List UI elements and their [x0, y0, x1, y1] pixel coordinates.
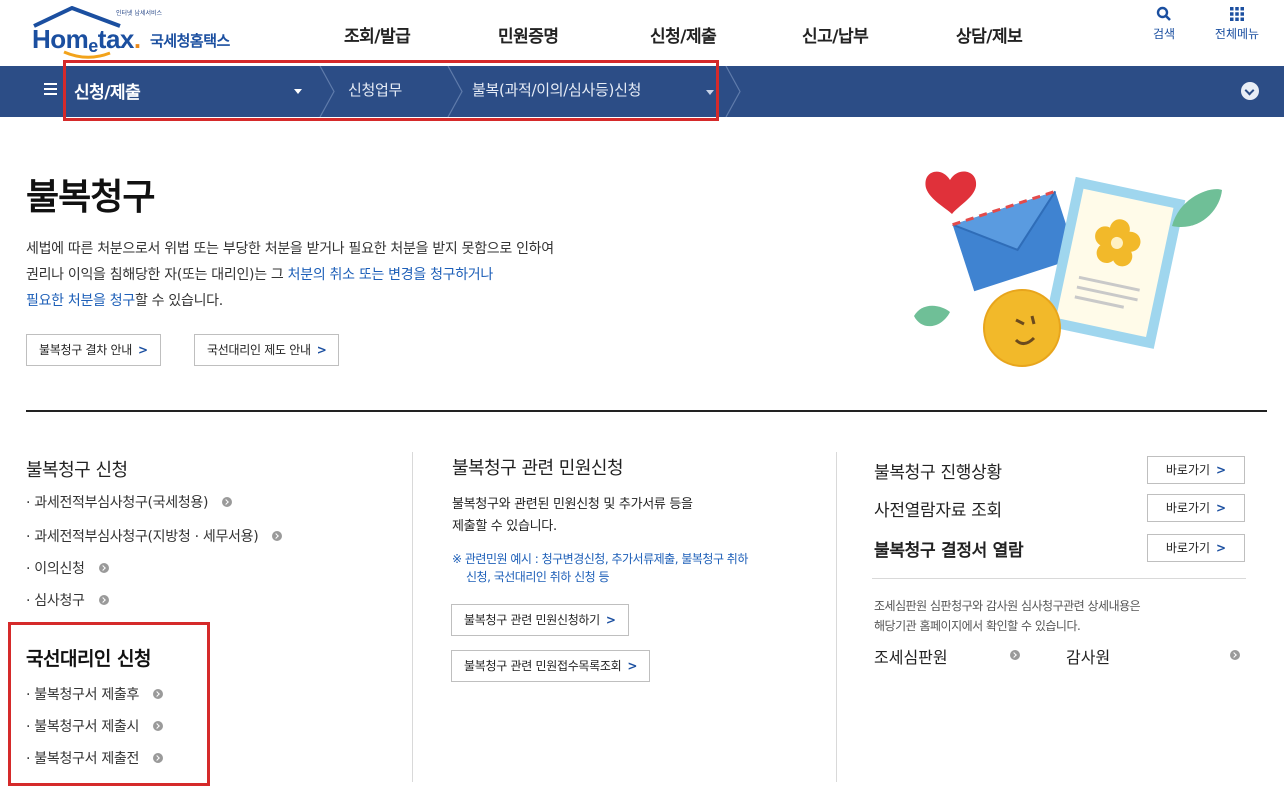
list-item-objection[interactable]: · 이의신청: [26, 558, 109, 578]
all-menu-button[interactable]: 전체메뉴: [1207, 6, 1267, 42]
public-representative-guide-button[interactable]: 국선대리인 제도 안내 >: [194, 334, 340, 366]
pre-inspection-label: 사전열람자료 조회: [874, 501, 1002, 521]
go-arrow-icon: [1230, 650, 1240, 660]
nav-report-payment[interactable]: 신고/납부: [802, 22, 869, 47]
go-arrow-icon: [222, 497, 233, 507]
nav-civil-certificate[interactable]: 민원증명: [498, 22, 559, 47]
related-civil-list-button[interactable]: 불복청구 관련 민원접수목록조회 >: [451, 650, 651, 682]
nav-application-submission[interactable]: 신청/제출: [650, 22, 717, 47]
go-arrow-icon: [98, 595, 109, 605]
appeal-progress-goto-button[interactable]: 바로가기 >: [1147, 456, 1245, 484]
highlight-box-representative: [8, 622, 210, 786]
search-label: 검색: [1152, 27, 1176, 41]
breadcrumb-separator-icon: [725, 66, 741, 117]
list-item-review-request[interactable]: · 심사청구: [26, 590, 109, 610]
list-item-pre-assessment-review-regional[interactable]: · 과세전적부심사청구(지방청 · 세무서용): [26, 526, 283, 546]
pre-inspection-goto-button[interactable]: 바로가기 >: [1147, 494, 1245, 522]
related-civil-application-title: 불복청구 관련 민원신청: [452, 458, 624, 479]
related-civil-apply-button[interactable]: 불복청구 관련 민원신청하기 >: [451, 604, 629, 636]
appeal-progress-label: 불복청구 진행상황: [874, 463, 1002, 483]
logo-korean-name: 국세청홈택스: [150, 32, 230, 50]
section-divider: [26, 410, 1267, 412]
all-menu-label: 전체메뉴: [1214, 27, 1260, 41]
nav-consult-report[interactable]: 상담/제보: [956, 22, 1023, 47]
letter-document-illustration: [914, 171, 1222, 367]
page-title: 불복청구: [26, 177, 155, 218]
search-icon: [1156, 6, 1171, 21]
highlight-box-breadcrumb: [63, 60, 719, 121]
related-civil-example-note: ※ 관련민원 예시 : 청구변경신청, 추가서류제출, 불복청구 취하 신청, …: [452, 552, 748, 584]
logo-tagline: 인터넷 납세서비스: [116, 10, 163, 17]
nav-inquiry-issuance[interactable]: 조회/발급: [344, 22, 411, 47]
search-button[interactable]: 검색: [1134, 6, 1194, 42]
hamburger-menu-icon[interactable]: [44, 82, 58, 96]
top-header: 인터넷 납세서비스 Hometax. 국세청홈택스 조회/발급 민원증명 신청/…: [0, 0, 1284, 66]
appeal-procedure-guide-button[interactable]: 불복청구 결차 안내 >: [26, 334, 161, 366]
column-separator: [836, 452, 837, 782]
appeal-application-title: 불복청구 신청: [26, 460, 128, 481]
related-civil-description: 불복청구와 관련된 민원신청 및 추가서류 등을 제출할 수 있습니다.: [452, 497, 693, 534]
page-description: 세법에 따른 처분으로서 위법 또는 부당한 처분을 받거나 필요한 처분을 받…: [26, 241, 554, 309]
decision-view-label: 불복청구 결정서 열람: [874, 541, 1024, 561]
agency-description: 조세심판원 심판청구와 감사원 심사청구관련 상세내용은 해당기관 홈페이지에서…: [874, 599, 1141, 633]
logo-swoosh-icon: [63, 50, 111, 59]
list-item-pre-assessment-review-nts[interactable]: · 과세전적부심사청구(국세청용): [26, 492, 233, 512]
decision-view-goto-button[interactable]: 바로가기 >: [1147, 534, 1245, 562]
go-arrow-icon: [1010, 650, 1020, 660]
grid-menu-icon: [1230, 7, 1244, 21]
go-arrow-icon: [272, 531, 283, 541]
go-arrow-icon: [98, 563, 109, 573]
right-divider: [872, 578, 1246, 579]
column-separator: [412, 452, 413, 782]
hometax-logo[interactable]: 인터넷 납세서비스 Hometax. 국세청홈택스: [26, 4, 266, 60]
expand-chevron-icon[interactable]: [1241, 82, 1259, 100]
